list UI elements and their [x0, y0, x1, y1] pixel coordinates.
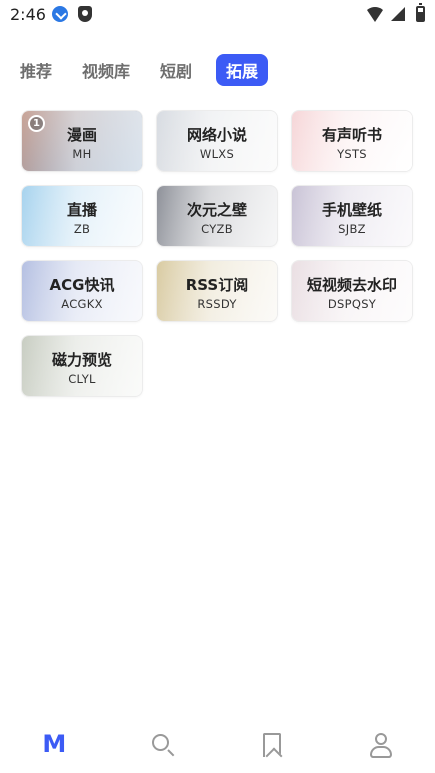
- card-code: YSTS: [337, 147, 367, 161]
- nav-search[interactable]: [109, 707, 218, 773]
- status-bar: 2:46: [0, 0, 435, 30]
- card-title: RSS订阅: [185, 276, 249, 294]
- card-rss[interactable]: RSS订阅 RSSDY: [156, 260, 278, 322]
- user-icon: [369, 733, 392, 759]
- card-code: CLYL: [68, 372, 96, 386]
- card-title: 次元之壁: [186, 201, 247, 219]
- card-code: CYZB: [201, 222, 233, 236]
- status-right-icons: [365, 3, 425, 22]
- card-phone-wallpaper[interactable]: 手机壁纸 SJBZ: [291, 185, 413, 247]
- card-code: ACGKX: [61, 297, 103, 311]
- card-code: MH: [72, 147, 92, 161]
- bottom-nav: M: [0, 707, 435, 773]
- search-icon: [151, 733, 175, 757]
- card-title: 手机壁纸: [321, 201, 382, 219]
- card-code: SJBZ: [338, 222, 366, 236]
- download-icon: [52, 6, 68, 22]
- app-screen: 2:46 推荐 视频库 短剧 拓展 1 漫画 MH 网络小说 WLXS 有声听书…: [0, 0, 435, 773]
- card-manga[interactable]: 1 漫画 MH: [21, 110, 143, 172]
- card-web-novel[interactable]: 网络小说 WLXS: [156, 110, 278, 172]
- card-audiobook[interactable]: 有声听书 YSTS: [291, 110, 413, 172]
- card-watermark-remover[interactable]: 短视频去水印 DSPQSY: [291, 260, 413, 322]
- card-title: ACG快讯: [49, 276, 115, 294]
- bookmark-icon: [262, 733, 281, 757]
- card-title: 有声听书: [321, 126, 382, 144]
- card-dimension-wall[interactable]: 次元之壁 CYZB: [156, 185, 278, 247]
- home-m-icon: M: [42, 730, 67, 758]
- card-code: WLXS: [199, 147, 235, 161]
- card-acg-news[interactable]: ACG快讯 ACGKX: [21, 260, 143, 322]
- signal-icon: [391, 6, 405, 21]
- nav-bookmarks[interactable]: [218, 707, 327, 773]
- card-title: 短视频去水印: [306, 276, 397, 294]
- tab-video-library[interactable]: 视频库: [82, 54, 130, 86]
- battery-icon: [416, 3, 425, 22]
- card-code: ZB: [73, 222, 91, 236]
- card-magnet-preview[interactable]: 磁力预览 CLYL: [21, 335, 143, 397]
- card-code: DSPQSY: [327, 297, 377, 311]
- status-time: 2:46: [10, 5, 46, 24]
- nav-profile[interactable]: [326, 707, 435, 773]
- wifi-icon: [365, 7, 385, 22]
- card-code: RSSDY: [197, 297, 237, 311]
- tab-recommend[interactable]: 推荐: [20, 54, 52, 86]
- tab-extensions[interactable]: 拓展: [216, 54, 269, 86]
- tab-short-drama[interactable]: 短剧: [160, 54, 192, 86]
- card-title: 磁力预览: [51, 351, 112, 369]
- nav-home[interactable]: M: [0, 707, 109, 773]
- card-live[interactable]: 直播 ZB: [21, 185, 143, 247]
- shield-icon: [78, 6, 92, 22]
- card-title: 直播: [66, 201, 97, 219]
- card-title: 漫画: [66, 126, 97, 144]
- category-tabs: 推荐 视频库 短剧 拓展: [20, 54, 298, 86]
- card-title: 网络小说: [186, 126, 247, 144]
